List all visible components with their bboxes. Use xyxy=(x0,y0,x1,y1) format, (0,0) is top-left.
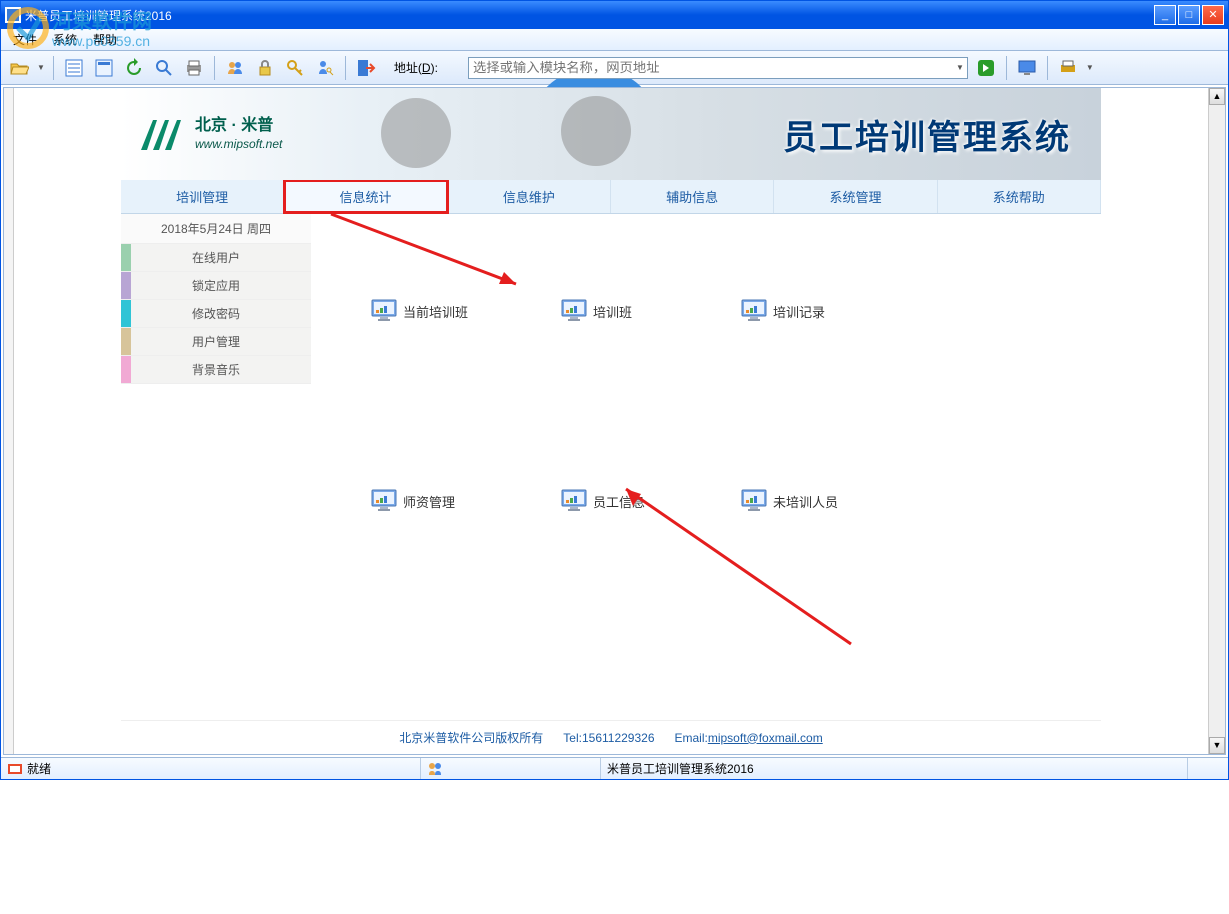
item-class[interactable]: 培训班 xyxy=(561,299,632,323)
address-label: 地址(D): xyxy=(394,59,438,76)
item-teacher-mgmt[interactable]: 师资管理 xyxy=(371,489,455,513)
find-icon[interactable] xyxy=(152,56,176,80)
menu-system[interactable]: 系统 xyxy=(45,29,85,50)
go-icon[interactable] xyxy=(974,56,998,80)
vertical-scrollbar[interactable]: ▲ ▼ xyxy=(1208,88,1225,754)
print2-icon[interactable] xyxy=(1056,56,1080,80)
arrow-annotation-1 xyxy=(321,204,541,307)
monitor-icon xyxy=(741,299,767,323)
tab-aux-info[interactable]: 辅助信息 xyxy=(611,180,774,213)
print-icon[interactable] xyxy=(182,56,206,80)
date-display: 2018年5月24日 周四 xyxy=(121,214,311,244)
banner-title: 员工培训管理系统 xyxy=(783,110,1071,159)
key-icon[interactable] xyxy=(283,56,307,80)
monitor-icon xyxy=(371,299,397,323)
client-area: 北京 · 米普 www.mipsoft.net 员工培训管理系统 培训管理 信息… xyxy=(3,87,1226,755)
users-icon[interactable] xyxy=(223,56,247,80)
tab-info-maint[interactable]: 信息维护 xyxy=(448,180,611,213)
open-icon[interactable] xyxy=(7,56,31,80)
monitor-icon xyxy=(561,299,587,323)
sidebar-item-bg-music[interactable]: 背景音乐 xyxy=(121,356,311,384)
monitor-icon xyxy=(561,489,587,513)
item-untrained[interactable]: 未培训人员 xyxy=(741,489,838,513)
maximize-button[interactable]: □ xyxy=(1178,5,1200,25)
ie-status-icon xyxy=(1200,761,1216,777)
ie-icon xyxy=(444,59,462,77)
logo-text-url: www.mipsoft.net xyxy=(195,137,282,153)
item-current-class[interactable]: 当前培训班 xyxy=(371,299,468,323)
footer-email[interactable]: mipsoft@foxmail.com xyxy=(708,731,823,745)
refresh-icon[interactable] xyxy=(122,56,146,80)
menu-file[interactable]: 文件 xyxy=(5,29,45,50)
item-employee-info[interactable]: 员工信息 xyxy=(561,489,645,513)
tab-info-stats[interactable]: 信息统计 xyxy=(284,180,447,213)
sidebar-item-user-mgmt[interactable]: 用户管理 xyxy=(121,328,311,356)
logo-icon xyxy=(139,114,185,155)
sidebar-item-lock-app[interactable]: 锁定应用 xyxy=(121,272,311,300)
users-status-icon xyxy=(427,761,443,777)
main-area: 当前培训班 培训班 培训记录 xyxy=(311,214,1101,720)
toolbar: ▼ 地址(D): ▼ ▼ xyxy=(1,51,1228,85)
app-icon xyxy=(5,7,21,23)
titlebar: 米普员工培训管理系统2016 _ □ ✕ xyxy=(1,1,1228,29)
exit-icon[interactable] xyxy=(354,56,378,80)
logo-text-cn: 北京 · 米普 xyxy=(195,116,282,137)
page-footer: 北京米普软件公司版权所有 Tel:15611229326 Email:mipso… xyxy=(121,720,1101,754)
statusbar: 就绪 米普员工培训管理系统2016 xyxy=(1,757,1228,779)
form-icon[interactable] xyxy=(92,56,116,80)
nav-tabs: 培训管理 信息统计 信息维护 辅助信息 系统管理 系统帮助 xyxy=(121,180,1101,214)
menu-help[interactable]: 帮助 xyxy=(85,29,125,50)
close-button[interactable]: ✕ xyxy=(1202,5,1224,25)
status-ready: 就绪 xyxy=(27,760,51,777)
lock-icon[interactable] xyxy=(253,56,277,80)
scroll-down-icon[interactable]: ▼ xyxy=(1209,737,1225,754)
status-icon xyxy=(7,761,23,777)
tab-sys-mgmt[interactable]: 系统管理 xyxy=(774,180,937,213)
list-icon[interactable] xyxy=(62,56,86,80)
menubar: 文件 系统 帮助 xyxy=(1,29,1228,51)
sidebar: 2018年5月24日 周四 在线用户 锁定应用 修改密码 用户管理 背景音乐 xyxy=(121,214,311,720)
item-training-record[interactable]: 培训记录 xyxy=(741,299,825,323)
footer-tel: Tel:15611229326 xyxy=(563,731,654,745)
monitor-icon xyxy=(741,489,767,513)
tab-sys-help[interactable]: 系统帮助 xyxy=(938,180,1101,213)
window-title: 米普员工培训管理系统2016 xyxy=(25,7,1154,24)
status-app-name: 米普员工培训管理系统2016 xyxy=(607,760,754,777)
monitor-icon xyxy=(371,489,397,513)
scroll-up-icon[interactable]: ▲ xyxy=(1209,88,1225,105)
minimize-button[interactable]: _ xyxy=(1154,5,1176,25)
banner: 北京 · 米普 www.mipsoft.net 员工培训管理系统 xyxy=(121,88,1101,180)
content-frame: 北京 · 米普 www.mipsoft.net 员工培训管理系统 培训管理 信息… xyxy=(14,88,1208,754)
sidebar-item-online-users[interactable]: 在线用户 xyxy=(121,244,311,272)
sidebar-item-change-pwd[interactable]: 修改密码 xyxy=(121,300,311,328)
user-key-icon[interactable] xyxy=(313,56,337,80)
app-window: 米普员工培训管理系统2016 _ □ ✕ 河東軟件网 www.pc0359.cn… xyxy=(0,0,1229,780)
address-input[interactable] xyxy=(468,57,968,79)
left-gutter xyxy=(4,88,14,754)
footer-copyright: 北京米普软件公司版权所有 xyxy=(399,729,543,746)
tab-training-mgmt[interactable]: 培训管理 xyxy=(121,180,284,213)
desktop-icon[interactable] xyxy=(1015,56,1039,80)
